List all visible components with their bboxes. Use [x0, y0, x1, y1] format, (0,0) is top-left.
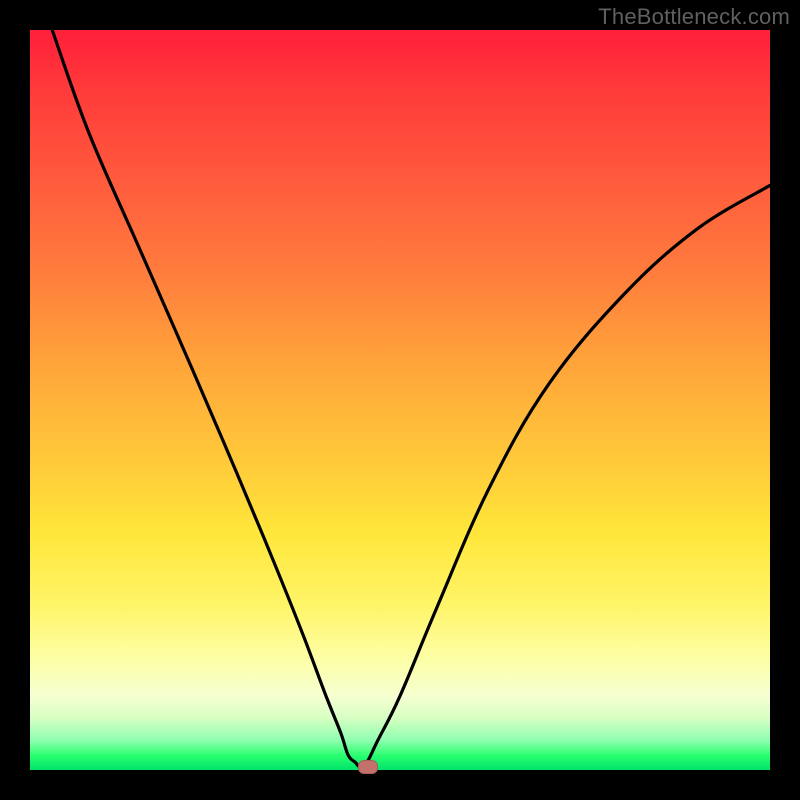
- chart-frame: TheBottleneck.com: [0, 0, 800, 800]
- curve-svg: [30, 30, 770, 770]
- plot-area: [30, 30, 770, 770]
- min-marker: [358, 760, 378, 774]
- bottleneck-curve: [52, 30, 770, 766]
- watermark-text: TheBottleneck.com: [598, 4, 790, 30]
